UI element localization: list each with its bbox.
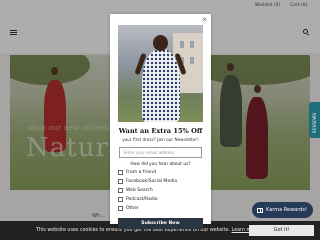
option-social-media[interactable]: Facebook/Social Media <box>118 178 177 185</box>
checkbox[interactable] <box>118 170 123 175</box>
email-input[interactable]: Enter your email address <box>119 147 202 158</box>
option-podcast-radio[interactable]: Podcast/Radio <box>118 196 158 203</box>
newsletter-popup: × Want an Extra 15% Off your first dress… <box>110 14 211 229</box>
option-label: Podcast/Radio <box>126 197 158 202</box>
karma-rewards-label: Karma Rewards! <box>266 207 307 213</box>
option-label: Other <box>126 206 139 211</box>
option-label: From a friend <box>126 170 156 175</box>
karma-rewards-button[interactable]: Karma Rewards! <box>252 202 313 218</box>
option-from-a-friend[interactable]: From a friend <box>118 169 156 176</box>
close-icon[interactable]: × <box>201 17 208 24</box>
option-label: Facebook/Social Media <box>126 179 177 184</box>
referral-question: How did you hear about us? <box>130 162 191 167</box>
reviews-tab[interactable]: REVIEWS <box>309 102 320 138</box>
checkbox[interactable] <box>118 197 123 202</box>
subscribe-button[interactable]: Subscribe Now <box>118 218 203 229</box>
popup-photo <box>118 25 203 122</box>
checkbox[interactable] <box>118 188 123 193</box>
option-web-search[interactable]: Web Search <box>118 187 153 194</box>
option-label: Web Search <box>126 188 153 193</box>
reviews-tab-label: REVIEWS <box>312 112 317 133</box>
popup-subtitle: your first dress? Join our Newsletter! <box>122 137 199 142</box>
checkbox[interactable] <box>118 206 123 211</box>
gift-icon <box>257 207 263 213</box>
option-other[interactable]: Other <box>118 205 139 212</box>
checkbox[interactable] <box>118 179 123 184</box>
cookie-accept-button[interactable]: Got it! <box>249 225 314 236</box>
popup-title: Want an Extra 15% Off <box>118 127 203 135</box>
